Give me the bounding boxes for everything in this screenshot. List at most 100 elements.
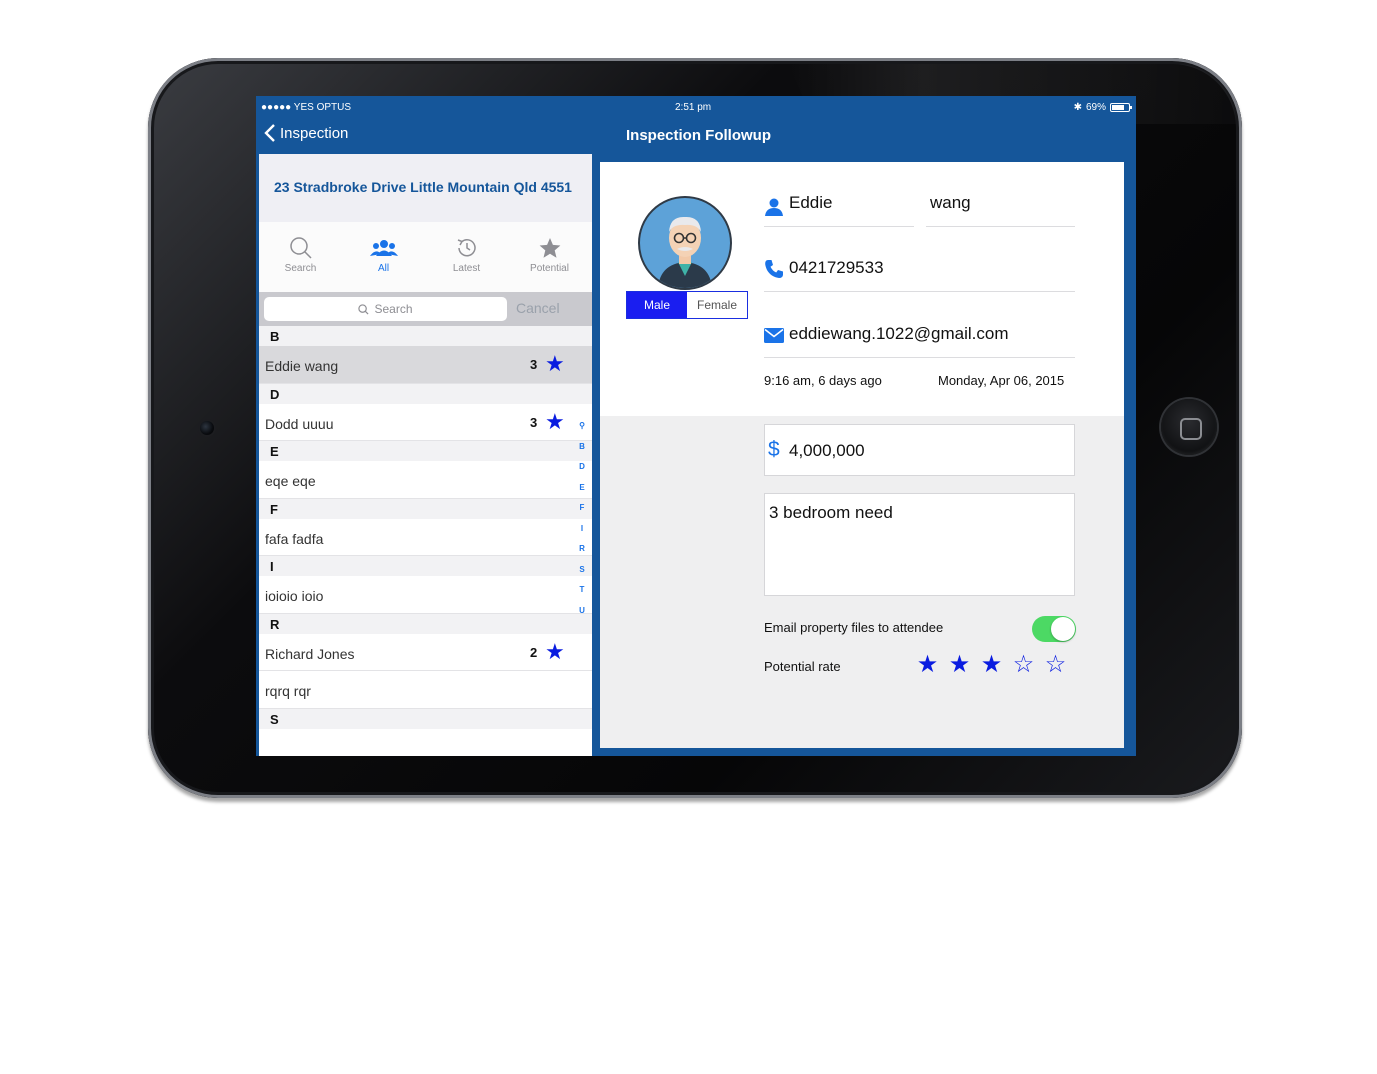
attendee-name: fafa fadfa	[265, 530, 324, 547]
section-header: F	[259, 498, 592, 519]
first-name-field[interactable]: Eddie	[789, 193, 832, 213]
list-item[interactable]: rqrq rqr	[259, 671, 592, 709]
index-letter[interactable]: I	[577, 519, 587, 540]
tab-label: Search	[284, 263, 317, 274]
star-icon: ★	[545, 351, 565, 376]
list-item[interactable]: eqe eqe	[259, 461, 592, 499]
list-item[interactable]: fafa fadfa	[259, 518, 592, 556]
index-letter[interactable]: U	[577, 601, 587, 622]
tab-search[interactable]: Search	[259, 222, 342, 292]
search-icon	[289, 237, 312, 259]
back-button[interactable]: Inspection	[264, 124, 348, 142]
index-letter[interactable]: D	[577, 457, 587, 478]
battery-percent: 69%	[1085, 102, 1106, 113]
filter-tabs: Search All Latest Potential	[259, 222, 592, 292]
avatar[interactable]	[638, 196, 732, 290]
last-name-field[interactable]: wang	[930, 193, 971, 213]
email-field[interactable]: eddiewang.1022@gmail.com	[789, 324, 1009, 344]
index-search-icon[interactable]: ⚲	[577, 416, 587, 437]
section-header: R	[259, 613, 592, 634]
attendee-rating-count: 3	[530, 357, 538, 372]
front-camera	[200, 421, 214, 435]
contact-card: Male Female Eddie wang 0421729533 eddiew…	[600, 162, 1124, 416]
star-filled-icon[interactable]: ★	[916, 652, 939, 678]
price-value: 4,000,000	[789, 441, 865, 460]
email-icon	[764, 328, 784, 343]
attendee-list-panel: 23 Stradbroke Drive Little Mountain Qld …	[259, 154, 592, 756]
divider	[926, 226, 1075, 227]
attendee-rating-count: 2	[530, 644, 538, 660]
list-item[interactable]: ioioio ioio	[259, 576, 592, 614]
tab-label: All	[377, 263, 390, 274]
potential-rate-stars: ★ ★ ★ ☆ ☆	[916, 652, 1067, 678]
notes-textarea[interactable]: 3 bedroom need	[764, 493, 1075, 596]
index-letter[interactable]: R	[577, 539, 587, 560]
phone-field[interactable]: 0421729533	[789, 258, 884, 278]
tab-potential[interactable]: Potential	[508, 222, 591, 292]
attendee-list: B Eddie wang 3 ★ D Dodd uuuu 3 ★ E eqe e…	[259, 326, 592, 756]
status-right: ✱ 69%	[1073, 102, 1132, 113]
clock: 2:51 pm	[675, 102, 712, 113]
nav-bar: Inspection Inspection Followup	[256, 118, 1136, 154]
visit-relative-time: 9:16 am, 6 days ago	[764, 373, 882, 388]
bluetooth-icon: ✱	[1073, 102, 1082, 113]
attendee-name: Richard Jones	[265, 645, 355, 662]
star-outline-icon[interactable]: ☆	[1012, 652, 1035, 678]
notes-text: 3 bedroom need	[769, 503, 893, 522]
visit-date: Monday, Apr 06, 2015	[938, 373, 1065, 388]
section-header: D	[259, 383, 592, 404]
search-icon	[358, 303, 369, 315]
index-letter[interactable]: E	[577, 478, 587, 499]
gender-female-button[interactable]: Female	[687, 292, 747, 318]
search-input[interactable]: Search	[264, 297, 507, 321]
index-letter[interactable]: S	[577, 560, 587, 581]
section-header: S	[259, 708, 592, 729]
search-placeholder: Search	[374, 302, 413, 316]
property-address: 23 Stradbroke Drive Little Mountain Qld …	[259, 154, 592, 222]
list-item[interactable]: Eddie wang 3 ★	[259, 346, 592, 384]
gender-male-button[interactable]: Male	[627, 292, 687, 318]
attendee-name: Eddie wang	[265, 358, 339, 374]
status-bar: ●●●●● YES OPTUS 2:51 pm ✱ 69%	[256, 96, 1136, 118]
attendee-name: eqe eqe	[265, 473, 316, 489]
gender-segmented-control: Male Female	[626, 291, 748, 319]
star-outline-icon[interactable]: ☆	[1044, 652, 1067, 678]
star-icon	[539, 238, 560, 258]
divider	[764, 291, 1075, 292]
divider	[764, 226, 914, 227]
index-letter[interactable]: T	[577, 580, 587, 601]
star-filled-icon[interactable]: ★	[980, 652, 1003, 678]
person-icon	[765, 198, 783, 216]
index-letter[interactable]: F	[577, 498, 587, 519]
price-field[interactable]: $ 4,000,000	[764, 424, 1075, 476]
section-index[interactable]: ⚲ B D E F I R S T U	[577, 416, 587, 621]
star-icon: ★	[545, 638, 565, 664]
star-filled-icon[interactable]: ★	[948, 652, 971, 678]
carrier-label: ●●●●● YES OPTUS	[261, 102, 352, 113]
attendee-name: rqrq rqr	[265, 683, 311, 699]
section-header: B	[259, 326, 592, 346]
email-files-label: Email property files to attendee	[764, 620, 944, 635]
tab-latest[interactable]: Latest	[425, 222, 508, 292]
group-icon	[369, 240, 398, 256]
list-item[interactable]: Richard Jones 2 ★	[259, 633, 592, 671]
email-files-toggle[interactable]	[1032, 616, 1076, 642]
chevron-left-icon	[264, 124, 275, 142]
section-header: E	[259, 441, 592, 461]
index-letter[interactable]: B	[577, 437, 587, 458]
tab-label: Potential	[530, 263, 569, 274]
potential-rate-label: Potential rate	[764, 659, 841, 674]
tab-all[interactable]: All	[342, 222, 425, 292]
list-item[interactable]: Dodd uuuu 3 ★	[259, 403, 592, 441]
app-screen: ●●●●● YES OPTUS 2:51 pm ✱ 69% Inspection…	[256, 96, 1136, 756]
attendee-name: Dodd uuuu	[265, 415, 334, 432]
dollar-icon: $	[768, 438, 780, 461]
old-man-avatar-icon	[658, 216, 712, 288]
battery-icon	[1110, 103, 1132, 112]
divider	[764, 357, 1075, 358]
cancel-button[interactable]: Cancel	[516, 300, 560, 316]
home-button[interactable]	[1161, 399, 1217, 455]
nav-title: Inspection Followup	[626, 127, 771, 144]
attendee-name: ioioio ioio	[265, 588, 324, 604]
followup-detail-panel: Male Female Eddie wang 0421729533 eddiew…	[600, 162, 1124, 748]
